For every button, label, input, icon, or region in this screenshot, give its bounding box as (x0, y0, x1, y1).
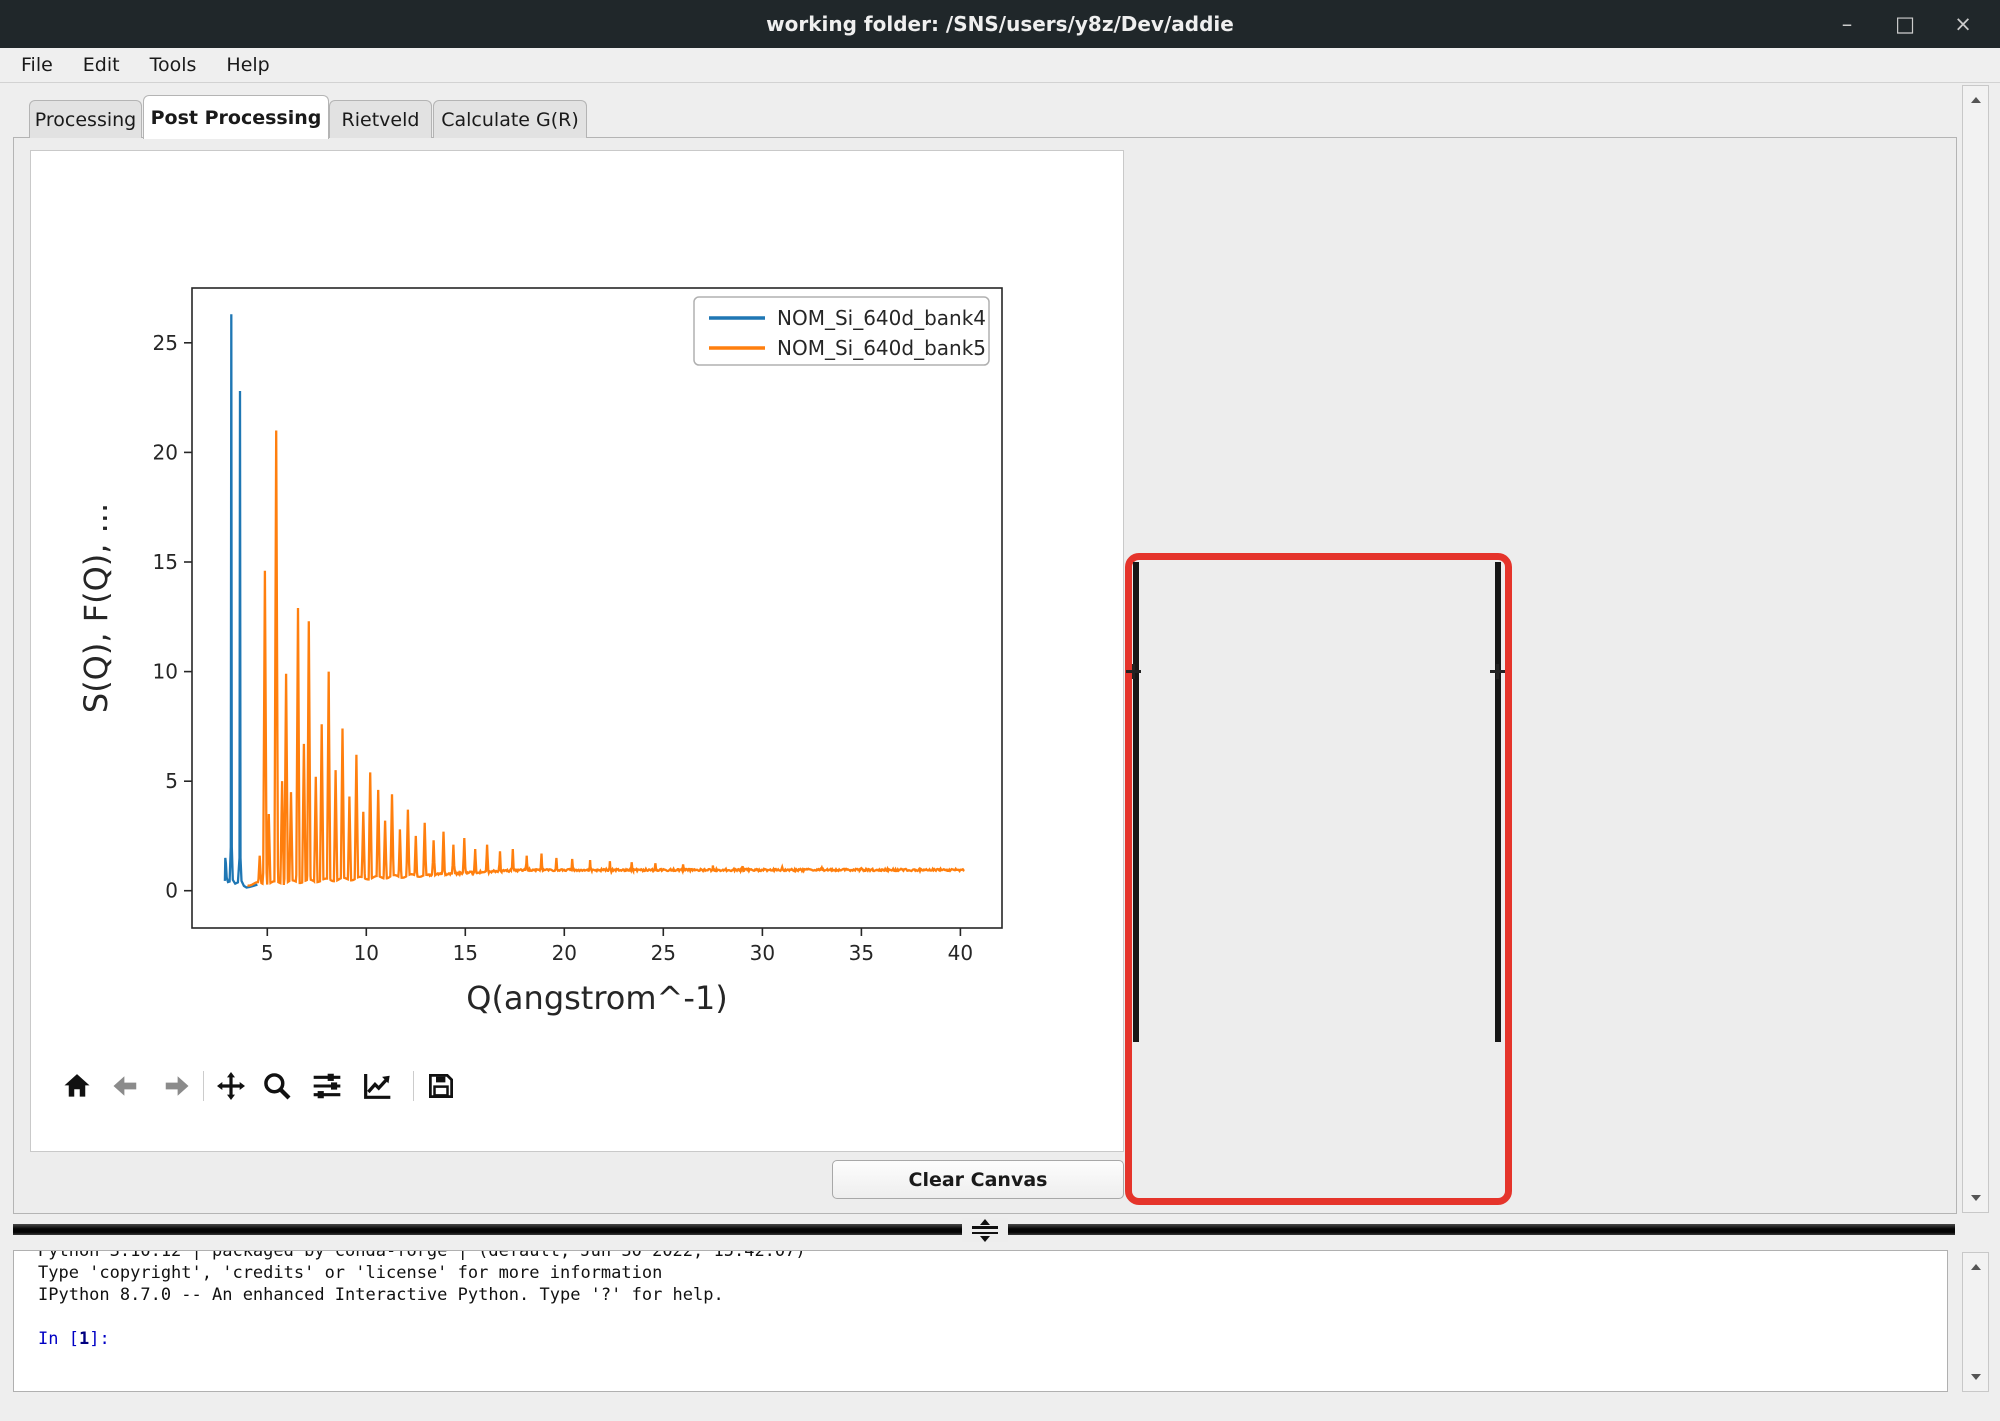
ipython-console[interactable]: Python 3.10.12 | packaged by conda-forge… (13, 1250, 1948, 1392)
scroll-down-icon[interactable] (1963, 1365, 1988, 1389)
subplots-button[interactable] (309, 1069, 345, 1103)
console-line: Type 'copyright', 'credits' or 'license'… (38, 1262, 1947, 1284)
console-prompt[interactable]: In [1]: (38, 1328, 1947, 1350)
pan-button[interactable] (213, 1069, 249, 1103)
svg-text:15: 15 (453, 941, 478, 965)
svg-text:40: 40 (948, 941, 973, 965)
svg-text:35: 35 (849, 941, 874, 965)
customize-button[interactable] (359, 1069, 395, 1103)
console-vertical-scrollbar[interactable] (1962, 1252, 1989, 1392)
menu-item-edit[interactable]: Edit (68, 48, 135, 82)
svg-text:NOM_Si_640d_bank4: NOM_Si_640d_bank4 (777, 306, 986, 330)
close-button[interactable]: × (1934, 4, 1992, 44)
svg-text:20: 20 (552, 941, 577, 965)
sq-fq-plot[interactable]: 5 10 15 20 25 30 35 40 0 5 10 15 20 25 Q(angstrom^-1) S… (31, 151, 1123, 1151)
console-clipped-line: Python 3.10.12 | packaged by conda-forge… (38, 1251, 1947, 1262)
svg-text:30: 30 (750, 941, 775, 965)
scroll-down-icon[interactable] (1963, 1186, 1988, 1210)
maximize-button[interactable]: □ (1876, 4, 1934, 44)
svg-text:20: 20 (153, 440, 178, 464)
svg-text:10: 10 (153, 660, 178, 684)
svg-text:25: 25 (153, 331, 178, 355)
scroll-up-icon[interactable] (1963, 1255, 1988, 1279)
splitter-grip-icon[interactable] (1490, 664, 1505, 679)
console-line: IPython 8.7.0 -- An enhanced Interactive… (38, 1284, 1947, 1306)
line-chart-icon (361, 1070, 393, 1102)
clear-canvas-button[interactable]: Clear Canvas (832, 1160, 1124, 1199)
tab-processing[interactable]: Processing (29, 100, 142, 138)
svg-text:0: 0 (165, 879, 178, 903)
plot-legend: NOM_Si_640d_bank4 NOM_Si_640d_bank5 (694, 297, 989, 365)
arrow-right-icon (162, 1071, 192, 1101)
tab-post-processing[interactable]: Post Processing (143, 95, 329, 139)
scroll-up-icon[interactable] (1963, 88, 1988, 112)
menu-item-tools[interactable]: Tools (135, 48, 212, 82)
svg-text:10: 10 (354, 941, 379, 965)
svg-text:Q(angstrom^-1): Q(angstrom^-1) (466, 979, 728, 1017)
pan-icon (215, 1070, 247, 1102)
back-button[interactable] (107, 1069, 143, 1103)
menu-item-help[interactable]: Help (211, 48, 284, 82)
toolbar-separator (203, 1071, 204, 1101)
sliders-icon (311, 1070, 343, 1102)
toolbar-separator (413, 1071, 414, 1101)
arrow-left-icon (110, 1071, 140, 1101)
svg-text:25: 25 (651, 941, 676, 965)
home-button[interactable] (59, 1069, 95, 1103)
splitter-handle[interactable] (962, 1218, 1008, 1242)
title-bar: working folder: /SNS/users/y8z/Dev/addie… (0, 0, 2000, 48)
svg-text:NOM_Si_640d_bank5: NOM_Si_640d_bank5 (777, 336, 986, 360)
window-title: working folder: /SNS/users/y8z/Dev/addie (766, 12, 1234, 36)
zoom-button[interactable] (259, 1069, 295, 1103)
splitter-handle-right[interactable] (1495, 562, 1501, 1042)
svg-text:15: 15 (153, 550, 178, 574)
forward-button[interactable] (159, 1069, 195, 1103)
console-output: Python 3.10.12 | packaged by conda-forge… (14, 1251, 1947, 1350)
svg-text:5: 5 (165, 769, 178, 793)
menu-item-file[interactable]: File (6, 48, 68, 82)
window-controls: – □ × (1818, 4, 1992, 44)
home-icon (62, 1071, 92, 1101)
minimize-button[interactable]: – (1818, 4, 1876, 44)
splitter-handle-left[interactable] (1133, 562, 1139, 1042)
tab-calculate-g-r-[interactable]: Calculate G(R) (433, 100, 587, 138)
save-figure-button[interactable] (423, 1069, 459, 1103)
magnifier-icon (261, 1070, 293, 1102)
application-window: working folder: /SNS/users/y8z/Dev/addie… (0, 0, 2000, 1421)
svg-text:S(Q), F(Q), ...: S(Q), F(Q), ... (77, 503, 115, 713)
main-vertical-scrollbar[interactable] (1962, 85, 1989, 1213)
splitter-grip-icon[interactable] (1126, 664, 1141, 679)
plot-panel: 5 10 15 20 25 30 35 40 0 5 10 15 20 25 Q(angstrom^-1) S… (30, 150, 1124, 1152)
svg-text:5: 5 (261, 941, 274, 965)
menu-bar: FileEditToolsHelp (0, 48, 2000, 83)
tab-rietveld[interactable]: Rietveld (329, 100, 432, 138)
floppy-disk-icon (426, 1071, 456, 1101)
